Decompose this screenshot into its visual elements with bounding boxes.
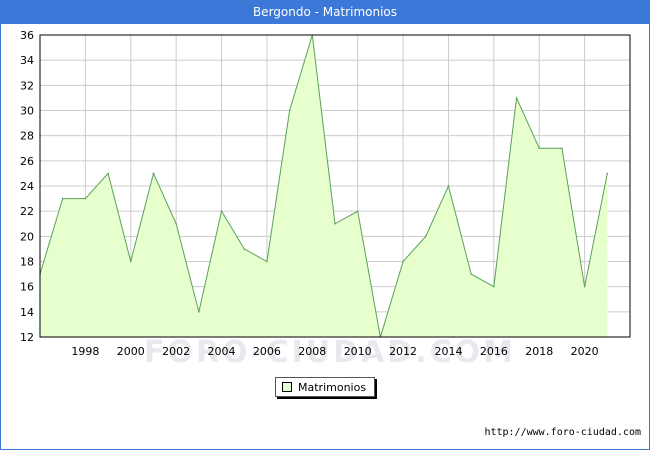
y-tick-label: 18 [20,256,34,269]
x-tick-label: 2016 [480,345,508,358]
data-point [515,97,518,99]
data-point [538,147,541,150]
y-tick-label: 16 [20,281,34,294]
data-point [334,222,336,225]
y-tick-label: 14 [20,306,34,319]
x-tick-label: 2008 [298,345,326,358]
x-tick-label: 2010 [344,345,372,358]
x-tick-label: 2020 [571,345,599,358]
data-point [61,197,64,200]
y-tick-label: 24 [20,180,34,193]
data-point [198,311,200,313]
legend: Matrimonios [275,377,375,397]
data-point [424,235,427,238]
y-tick-labels: 12 14 16 18 20 22 24 26 28 30 32 34 36 [20,29,34,344]
y-tick-label: 36 [20,29,34,42]
data-point [107,172,109,175]
data-point [447,185,450,187]
x-tick-label: 2004 [208,345,236,358]
data-point [561,147,563,150]
data-point [266,260,268,263]
x-tick-label: 2018 [525,345,553,358]
x-tick-label: 1998 [71,345,99,358]
data-point [470,273,472,275]
x-tick-label: 2014 [434,345,462,358]
data-point [402,260,404,263]
data-point [606,172,609,175]
y-tick-label: 20 [20,230,34,243]
x-tick-label: 2006 [253,345,281,358]
y-tick-label: 28 [20,130,34,143]
data-point [129,260,132,263]
y-tick-label: 30 [20,105,34,118]
y-tick-label: 22 [20,205,34,218]
y-tick-label: 34 [20,54,34,67]
x-tick-label: 2002 [162,345,190,358]
y-tick-label: 32 [20,79,34,92]
legend-swatch-matrimonios [282,382,292,392]
data-point [220,210,223,212]
data-point [243,248,246,250]
data-point [288,109,291,112]
y-tick-label: 26 [20,155,34,168]
data-point [84,197,87,200]
source-credit-link[interactable]: http://www.foro-ciudad.com [484,427,641,438]
y-tick-label: 12 [20,331,34,344]
data-point [356,210,359,212]
data-point [175,222,177,225]
legend-label-matrimonios: Matrimonios [298,380,367,394]
data-point [493,285,495,288]
data-point [583,285,586,288]
x-tick-label: 2000 [117,345,145,358]
x-tick-label: 2012 [389,345,417,358]
data-point [152,172,155,175]
